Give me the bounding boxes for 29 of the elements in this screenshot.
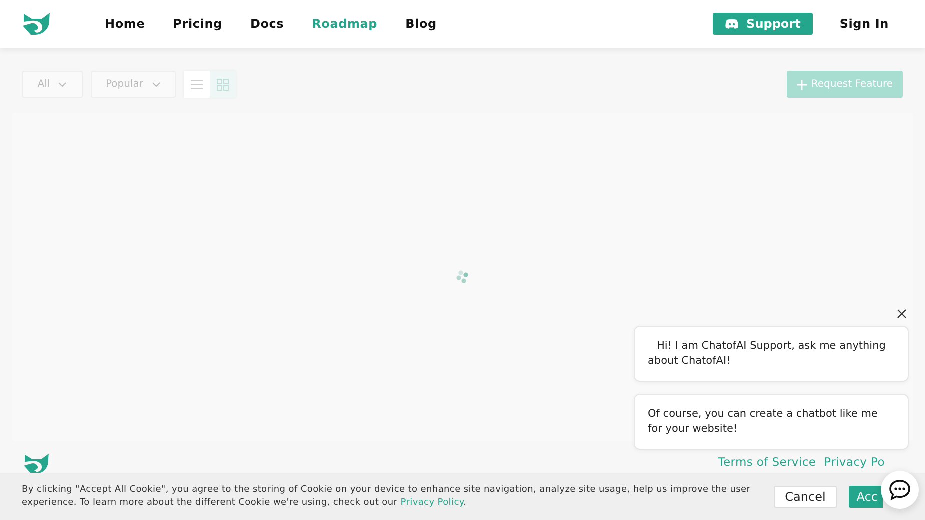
chat-icon	[888, 479, 912, 501]
caret-icon	[152, 82, 160, 88]
support-button[interactable]: Support	[712, 13, 813, 35]
loading-spinner-icon	[454, 269, 470, 285]
chat-message: Of course, you can create a chatbot like me for your website!	[634, 394, 909, 450]
logo-icon[interactable]	[22, 12, 52, 36]
logo-icon[interactable]	[22, 453, 52, 475]
nav-link[interactable]: Blog	[406, 15, 437, 33]
sign-in-link[interactable]: Sign In	[840, 15, 889, 33]
filter-dropdown[interactable]: All	[22, 71, 83, 98]
chat-message: Hi! I am ChatofAI Support, ask me anything about ChatofAI!	[634, 326, 909, 382]
footer-link[interactable]: Terms of Service	[718, 455, 816, 469]
cookie-notice-text: By clicking "Accept All Cookie", you agree to the storing of Cookie on your device to enhance site navigation, analyze site usage, help us improve the user experience. To learn more about the different Cookie we're using, check out our Privacy Policy.	[22, 484, 752, 510]
caret-icon	[58, 82, 68, 88]
grid-icon	[216, 78, 228, 90]
cancel-button[interactable]: Cancel	[774, 486, 837, 508]
nav-link[interactable]: Pricing	[173, 15, 222, 33]
footer-link[interactable]: Privacy Po	[824, 455, 885, 469]
close-icon[interactable]	[896, 308, 908, 320]
list-icon	[190, 80, 202, 90]
nav-link[interactable]: Docs	[250, 15, 284, 33]
plus-icon	[797, 80, 808, 90]
list-view-button[interactable]	[184, 71, 210, 98]
nav-link[interactable]: Home	[105, 15, 146, 33]
chat-bubble-icon	[724, 18, 739, 30]
accept-button[interactable]: Acc	[848, 486, 883, 508]
nav-link[interactable]: Roadmap	[312, 15, 378, 33]
privacy-policy-link[interactable]: Privacy Policy	[400, 498, 464, 508]
filter-dropdown[interactable]: Popular	[91, 71, 176, 98]
